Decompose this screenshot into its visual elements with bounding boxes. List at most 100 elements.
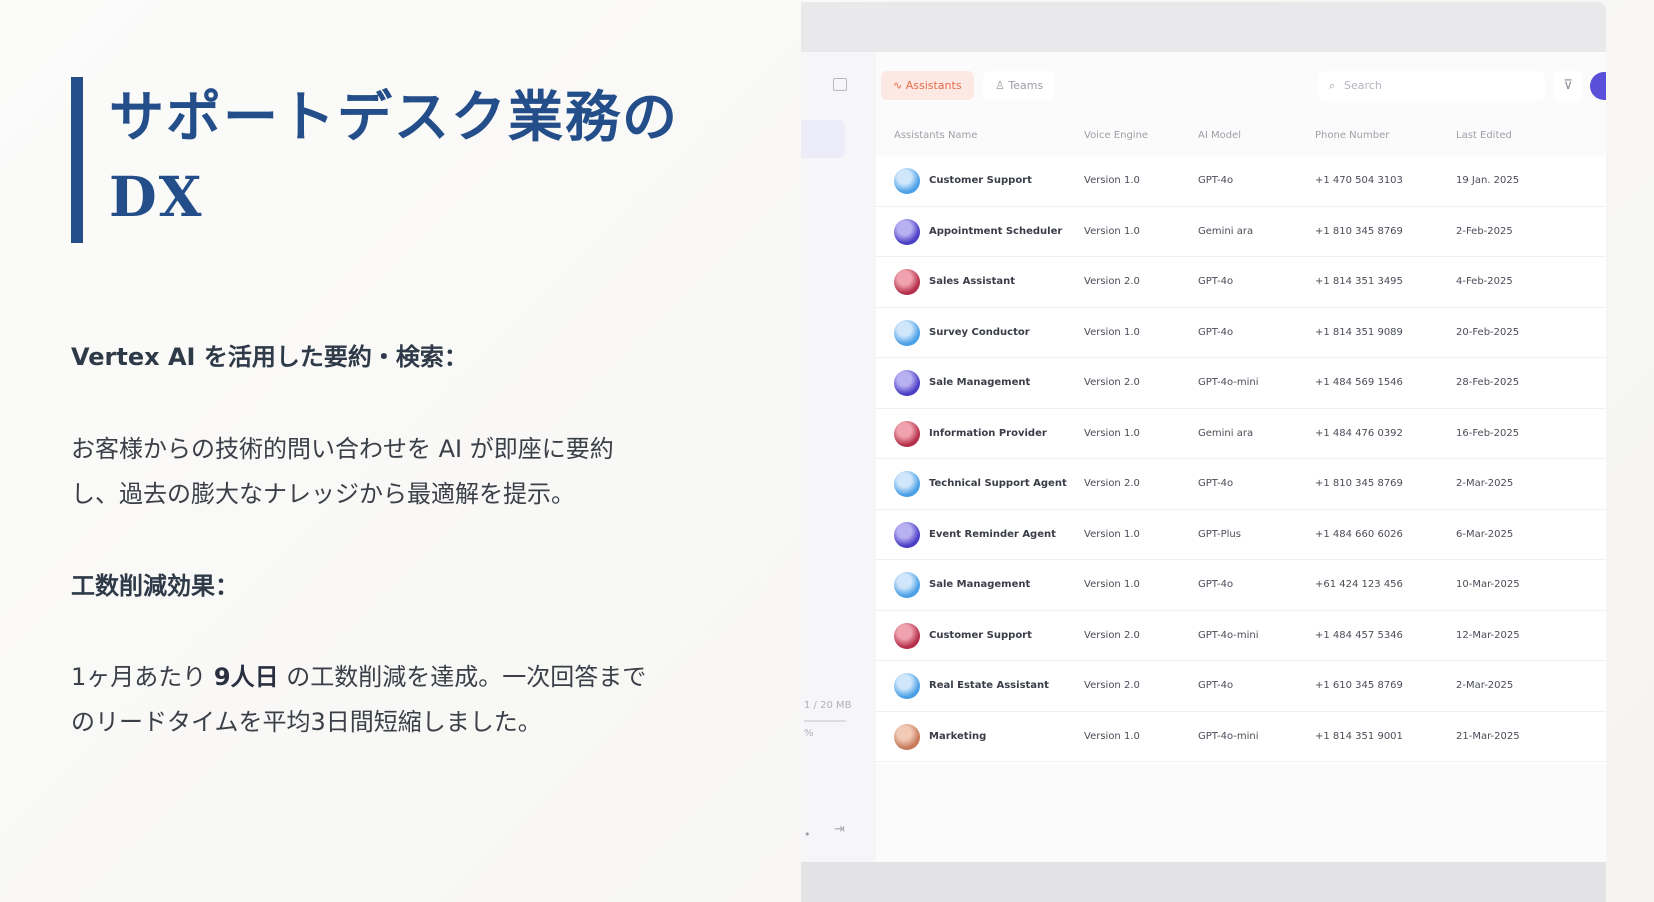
table-row[interactable]: Marketing Version 1.0 GPT-4o-mini +1 814 35… xyxy=(876,712,1606,762)
phone-number: +1 814 351 9001 xyxy=(1315,730,1403,742)
highlight-value: 9人日 xyxy=(213,663,279,691)
title-line-2: DX xyxy=(109,164,204,229)
ai-model: GPT-4o xyxy=(1198,680,1234,691)
section-body-vertex: お客様からの技術的問い合わせを AI が即座に要約 し、過去の膨大なナレッジから… xyxy=(71,427,751,517)
phone-number: +1 810 345 8769 xyxy=(1315,225,1403,237)
search-placeholder: Search xyxy=(1344,79,1382,92)
assistant-name: Event Reminder Agent xyxy=(929,528,1056,540)
voice-engine: Version 2.0 xyxy=(1084,377,1140,388)
tab-label: Teams xyxy=(1008,79,1044,92)
filter-button[interactable]: ⊽ xyxy=(1553,71,1583,101)
body-line: お客様からの技術的問い合わせを AI が即座に要約 xyxy=(71,435,614,463)
logout-icon[interactable]: ⇥ xyxy=(834,822,845,837)
last-edited: 10-Mar-2025 xyxy=(1456,579,1520,590)
assistant-avatar xyxy=(894,471,920,497)
ai-model: GPT-4o xyxy=(1198,579,1234,590)
last-edited: 4-Feb-2025 xyxy=(1456,276,1513,287)
ai-model: GPT-4o xyxy=(1198,478,1234,489)
table-row[interactable]: Technical Support Agent Version 2.0 GPT-4o… xyxy=(876,459,1606,510)
assistant-name: Customer Support xyxy=(929,629,1032,641)
ai-model: Gemini ara xyxy=(1198,225,1254,237)
storage-usage: 1 / 20 MB xyxy=(804,700,852,711)
table-row[interactable]: Sale Management Version 2.0 GPT-4o-mini +1 … xyxy=(876,358,1606,409)
assistant-name: Marketing xyxy=(929,730,987,742)
voice-engine: Version 2.0 xyxy=(1084,629,1140,641)
ai-model: GPT-4o xyxy=(1198,326,1234,338)
phone-number: +1 484 476 0392 xyxy=(1315,427,1403,439)
table-row[interactable]: Real Estate Assistant Version 2.0 GPT-4o +1… xyxy=(876,661,1606,712)
assistant-name: Sales Assistant xyxy=(929,276,1016,287)
assistant-name: Sale Management xyxy=(929,579,1031,590)
wave-icon: ∿ xyxy=(893,79,903,92)
tab-teams[interactable]: ♙ Teams xyxy=(983,71,1056,100)
table-row[interactable]: Customer Support Version 2.0 GPT-4o-mini +1… xyxy=(876,611,1606,661)
assistant-avatar xyxy=(894,521,920,548)
assistant-name: Customer Support xyxy=(929,175,1032,186)
table-header: Assistants Name Voice Engine AI Model Ph… xyxy=(876,130,1606,156)
column-header[interactable]: Assistants Name xyxy=(894,130,977,141)
ai-model: GPT-4o-mini xyxy=(1198,730,1259,742)
table-row[interactable]: Survey Conductor Version 1.0 GPT-4o +1 814 … xyxy=(876,308,1606,358)
section-body-effect: 1ヶ月あたり 9人日 の工数削減を達成。一次回答まで のリードタイムを平均3日間… xyxy=(71,655,751,745)
last-edited: 19 Jan. 2025 xyxy=(1456,175,1520,186)
last-edited: 16-Feb-2025 xyxy=(1456,427,1520,439)
last-edited: 2-Mar-2025 xyxy=(1456,478,1514,489)
last-edited: 20-Feb-2025 xyxy=(1456,326,1520,338)
last-edited: 2-Mar-2025 xyxy=(1456,680,1514,691)
ai-model: GPT-4o xyxy=(1198,175,1234,186)
sidebar-active-item[interactable] xyxy=(801,120,845,158)
phone-number: +1 814 351 3495 xyxy=(1315,276,1403,287)
last-edited: 28-Feb-2025 xyxy=(1456,377,1520,388)
voice-engine: Version 1.0 xyxy=(1084,175,1140,186)
last-edited: 21-Mar-2025 xyxy=(1456,730,1520,742)
last-edited: 2-Feb-2025 xyxy=(1456,225,1513,237)
column-header[interactable]: Voice Engine xyxy=(1084,130,1148,141)
voice-engine: Version 1.0 xyxy=(1084,326,1140,338)
assistant-avatar xyxy=(894,269,920,295)
phone-number: +1 484 457 5346 xyxy=(1315,629,1403,641)
assistant-name: Real Estate Assistant xyxy=(929,680,1049,691)
storage-bar xyxy=(804,720,846,722)
filter-icon: ⊽ xyxy=(1563,78,1573,93)
ai-model: GPT-Plus xyxy=(1198,528,1241,540)
phone-number: +1 610 345 8769 xyxy=(1315,680,1403,691)
body-line: 1ヶ月あたり 9人日 の工数削減を達成。一次回答まで xyxy=(71,655,751,700)
assistant-avatar xyxy=(894,622,920,649)
phone-number: +1 484 569 1546 xyxy=(1315,377,1403,388)
user-avatar[interactable] xyxy=(1590,72,1606,100)
sidebar-toggle-icon[interactable] xyxy=(833,78,847,91)
table-row[interactable]: Customer Support Version 1.0 GPT-4o +1 470 … xyxy=(876,156,1606,207)
voice-engine: Version 1.0 xyxy=(1084,730,1140,742)
users-icon: ♙ xyxy=(995,79,1005,92)
screenshot-main: ∿ Assistants ♙ Teams ⌕ Search ⊽ Assistan… xyxy=(876,52,1606,862)
body-line: し、過去の膨大なナレッジから最適解を提示。 xyxy=(71,480,575,508)
voice-engine: Version 2.0 xyxy=(1084,276,1140,287)
screenshot-bottom-bar xyxy=(801,862,1606,902)
table-row[interactable]: Event Reminder Agent Version 1.0 GPT-Plus +… xyxy=(876,510,1606,560)
body-line: のリードタイムを平均3日間短縮しました。 xyxy=(71,708,542,736)
section-heading-effect: 工数削減効果： xyxy=(71,572,239,600)
table-row[interactable]: Appointment Scheduler Version 1.0 Gemini a… xyxy=(876,207,1606,257)
assistant-avatar xyxy=(894,420,920,447)
ai-model: GPT-4o-mini xyxy=(1198,377,1259,388)
table-row[interactable]: Sale Management Version 1.0 GPT-4o +61 424 … xyxy=(876,560,1606,611)
section-heading-vertex: Vertex AI を活用した要約・検索： xyxy=(71,343,468,371)
column-header[interactable]: Phone Number xyxy=(1315,130,1389,141)
column-header[interactable]: AI Model xyxy=(1198,130,1241,141)
column-header[interactable]: Last Edited xyxy=(1456,130,1512,141)
assistant-name: Information Provider xyxy=(929,427,1047,439)
last-edited: 6-Mar-2025 xyxy=(1456,528,1514,540)
voice-engine: Version 2.0 xyxy=(1084,680,1140,691)
assistant-avatar xyxy=(894,218,920,245)
tab-assistants[interactable]: ∿ Assistants xyxy=(881,71,974,100)
tab-label: Assistants xyxy=(905,79,962,92)
voice-engine: Version 1.0 xyxy=(1084,225,1140,237)
assistant-avatar xyxy=(894,319,920,346)
ai-model: GPT-4o-mini xyxy=(1198,629,1259,641)
table-row[interactable]: Information Provider Version 1.0 Gemini ar… xyxy=(876,409,1606,459)
title-block: サポートデスク業務の DX xyxy=(71,77,749,243)
search-input[interactable]: ⌕ Search xyxy=(1318,71,1545,101)
body-text: の工数削減を達成。一次回答まで xyxy=(278,663,647,691)
table-row[interactable]: Sales Assistant Version 2.0 GPT-4o +1 814 3… xyxy=(876,257,1606,308)
assistant-name: Sale Management xyxy=(929,377,1031,388)
